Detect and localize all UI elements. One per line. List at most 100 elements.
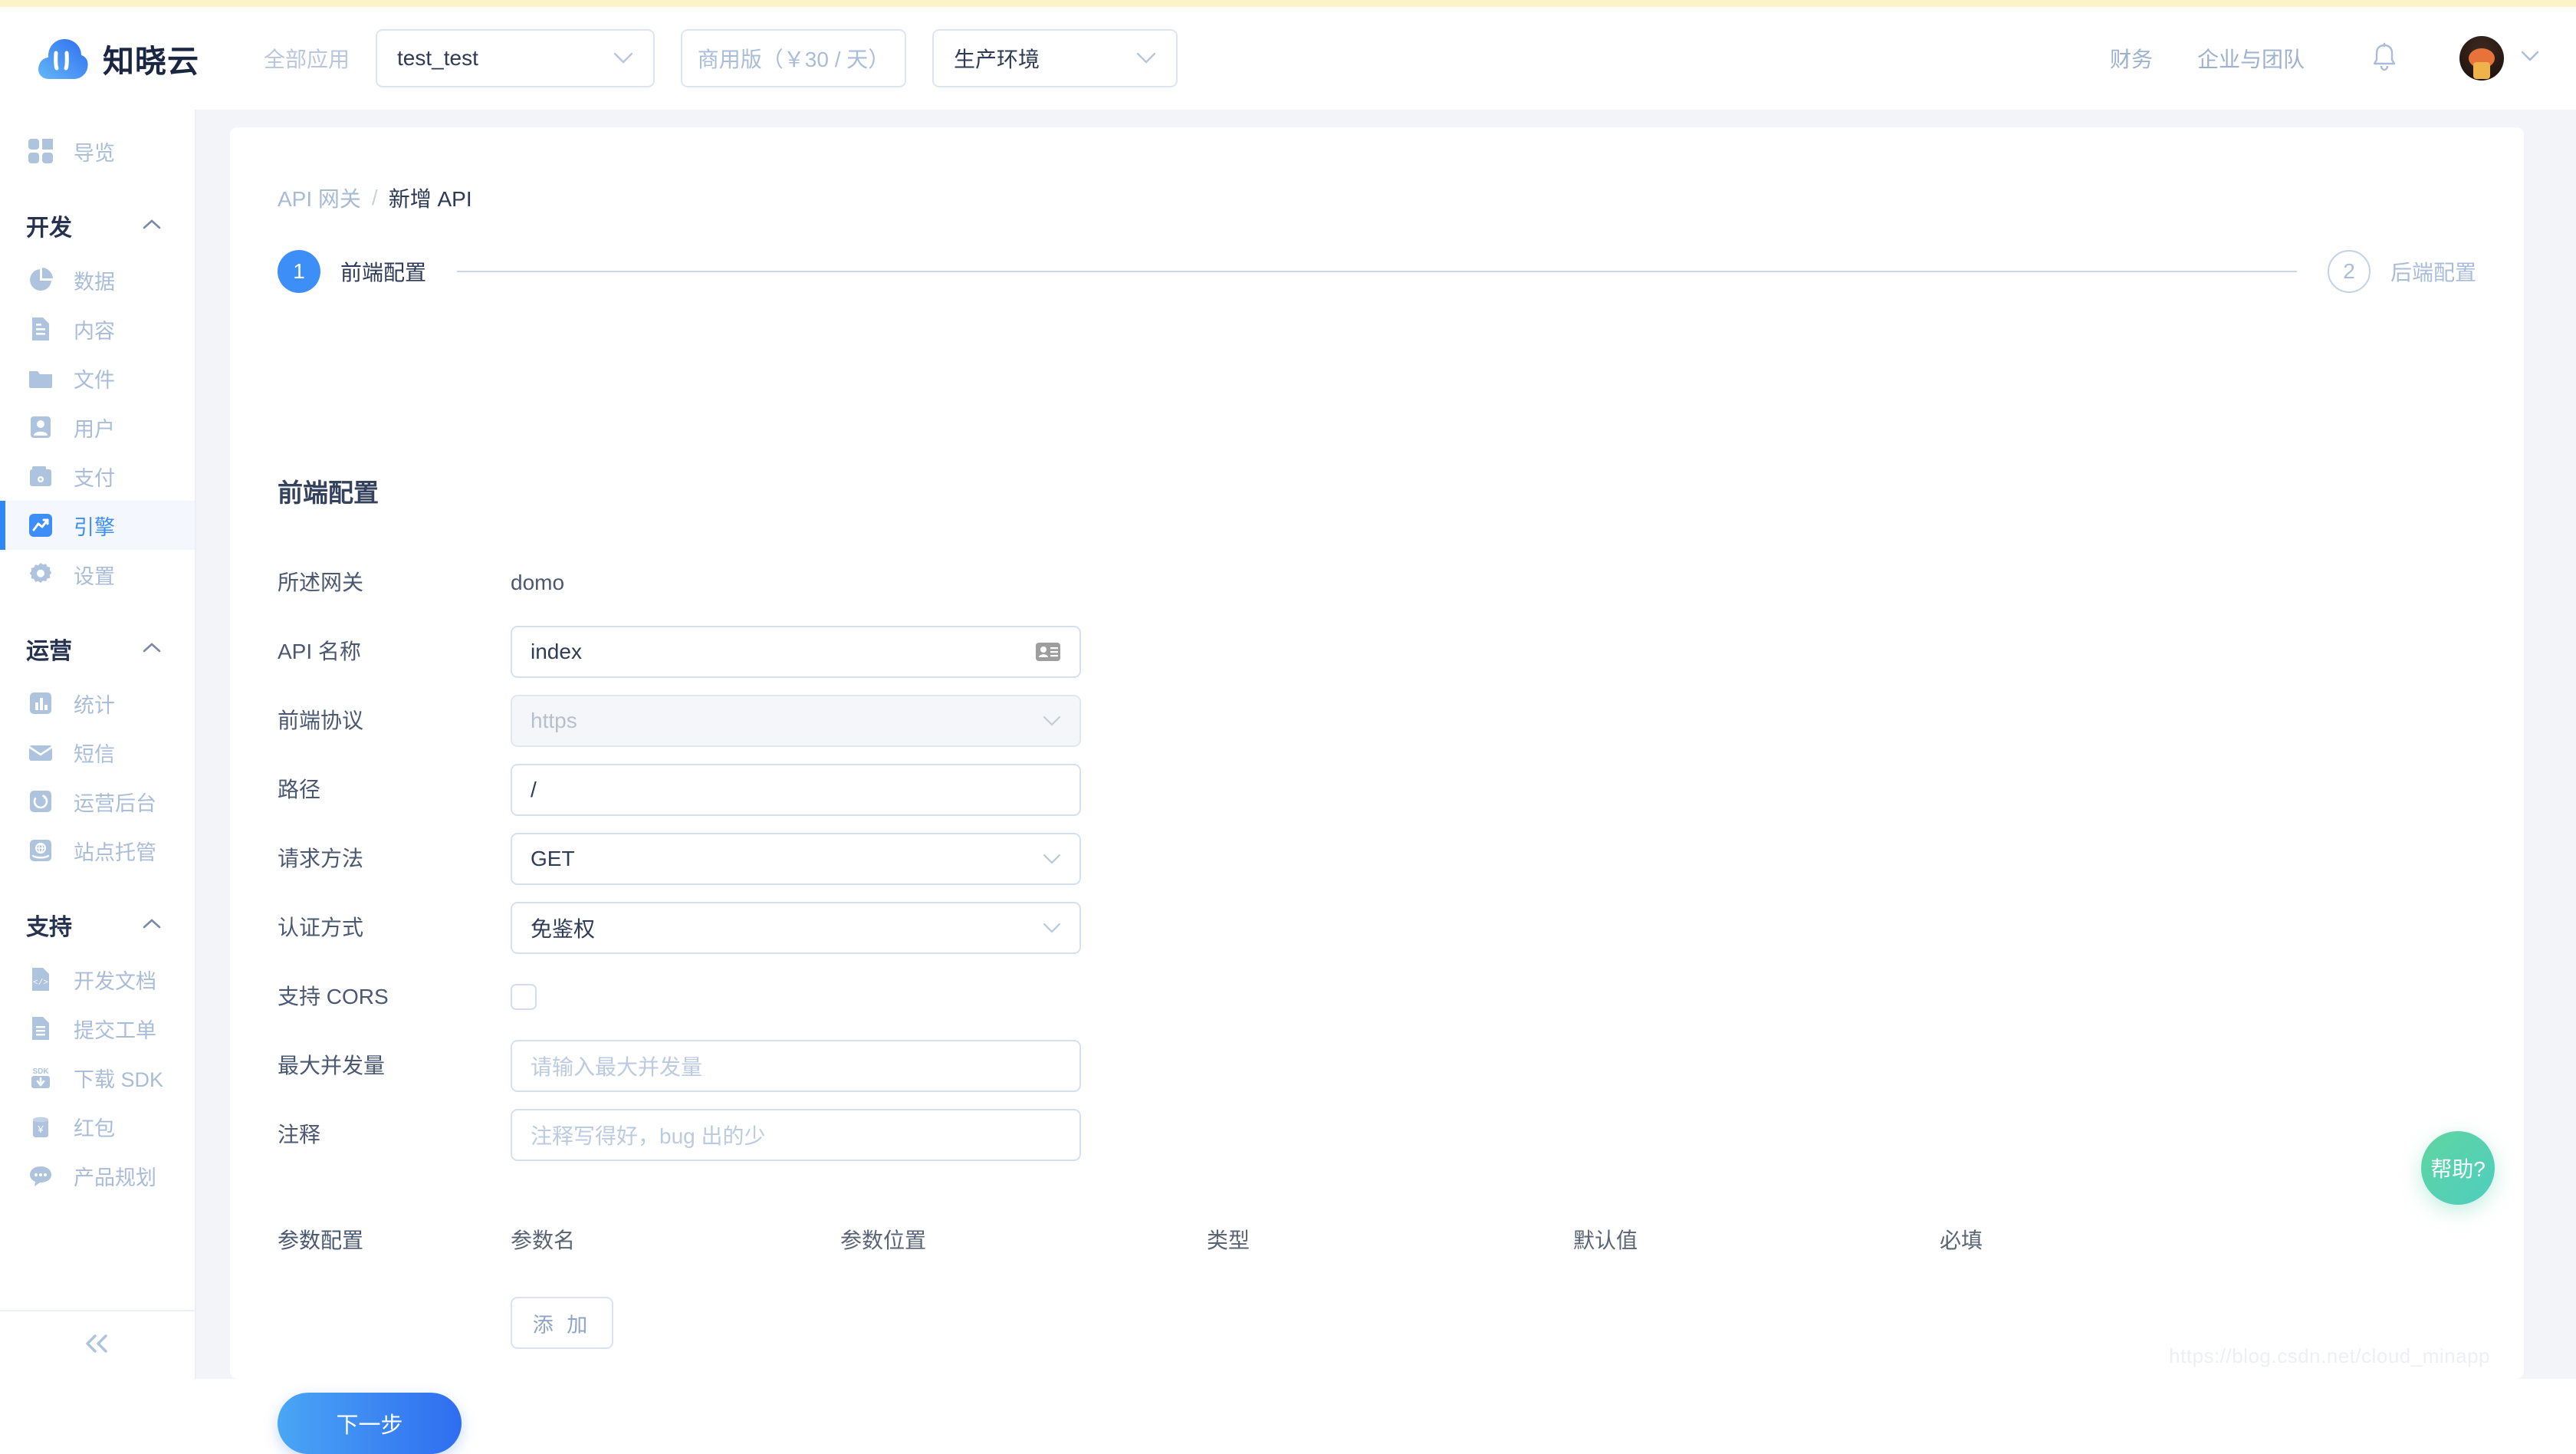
folder-icon bbox=[26, 364, 55, 393]
step-2-label: 后端配置 bbox=[2390, 261, 2476, 285]
chevron-down-icon bbox=[1043, 854, 1061, 865]
method-select[interactable]: GET bbox=[511, 833, 1081, 885]
avatar[interactable] bbox=[2459, 36, 2539, 81]
header-link-finance[interactable]: 财务 bbox=[2110, 43, 2153, 74]
brand-name: 知晓云 bbox=[103, 44, 199, 79]
trend-up-icon bbox=[26, 511, 55, 540]
bell-icon[interactable] bbox=[2371, 41, 2398, 76]
sidebar-item-dev-docs[interactable]: </> 开发文档 bbox=[0, 955, 195, 1004]
sidebar-group-dev[interactable]: 开发 bbox=[0, 196, 195, 255]
sidebar-group-title: 支持 bbox=[26, 915, 72, 940]
sidebar-item-submit-ticket[interactable]: 提交工单 bbox=[0, 1004, 195, 1053]
sidebar-item-label: 数据 bbox=[74, 270, 115, 294]
api-name-control: index bbox=[511, 626, 1081, 678]
step-2[interactable]: 2 后端配置 bbox=[2327, 250, 2476, 293]
svg-text:¥: ¥ bbox=[37, 1123, 44, 1135]
chevron-up-icon bbox=[143, 219, 161, 233]
form-row-method: 请求方法 GET bbox=[278, 833, 2424, 885]
sidebar-item-label: 提交工单 bbox=[74, 1018, 156, 1042]
form-row-auth: 认证方式 免鉴权 bbox=[278, 902, 2424, 954]
chat-bubble-icon bbox=[26, 1161, 55, 1190]
environment-select[interactable]: 生产环境 bbox=[932, 29, 1178, 87]
max-concurrency-input[interactable]: 请输入最大并发量 bbox=[511, 1040, 1081, 1092]
form-row-api-name: API 名称 index bbox=[278, 626, 2424, 678]
sidebar-item-label: 开发文档 bbox=[74, 969, 156, 993]
header-right-group: 财务 企业与团队 bbox=[2065, 36, 2539, 81]
sidebar-item-product-roadmap[interactable]: 产品规划 bbox=[0, 1151, 195, 1200]
help-floating-button[interactable]: 帮助? bbox=[2421, 1131, 2495, 1205]
param-column-default: 默认值 bbox=[1573, 1229, 1638, 1252]
frontend-config-form: 所述网关 domo API 名称 index 前端协议 https 路径 / 请… bbox=[278, 557, 2424, 1178]
user-avatar-image bbox=[2459, 36, 2504, 81]
chevron-down-icon bbox=[1043, 715, 1061, 727]
bar-chart-icon bbox=[26, 689, 55, 718]
sidebar-item-ops-console[interactable]: 运营后台 bbox=[0, 777, 195, 826]
sidebar-group-support[interactable]: 支持 bbox=[0, 895, 195, 955]
grid-icon bbox=[26, 137, 55, 166]
app-select[interactable]: test_test bbox=[376, 29, 656, 87]
sidebar-item-statistics[interactable]: 统计 bbox=[0, 679, 195, 728]
sidebar-item-sms[interactable]: 短信 bbox=[0, 728, 195, 777]
api-name-input[interactable]: index bbox=[511, 626, 1081, 678]
sidebar-item-label: 用户 bbox=[74, 417, 115, 441]
sidebar-group-ops[interactable]: 运营 bbox=[0, 619, 195, 679]
sidebar-item-red-packet[interactable]: ¥ 红包 bbox=[0, 1102, 195, 1151]
param-column-position: 参数位置 bbox=[840, 1229, 927, 1252]
sidebar-item-download-sdk[interactable]: SDK 下载 SDK bbox=[0, 1053, 195, 1102]
environment-select-value: 生产环境 bbox=[954, 48, 1040, 71]
sidebar-item-payment[interactable]: 支付 bbox=[0, 452, 195, 501]
path-input[interactable]: / bbox=[511, 764, 1081, 816]
sidebar-item-label: 统计 bbox=[74, 693, 115, 717]
sidebar-item-content[interactable]: 内容 bbox=[0, 304, 195, 354]
form-row-max-concurrency: 最大并发量 请输入最大并发量 bbox=[278, 1040, 2424, 1092]
form-row-gateway: 所述网关 domo bbox=[278, 557, 2424, 609]
brand[interactable]: 知晓云 bbox=[37, 35, 199, 82]
next-step-button[interactable]: 下一步 bbox=[278, 1393, 462, 1454]
step-2-number: 2 bbox=[2327, 250, 2371, 293]
sidebar-item-engine[interactable]: 引擎 bbox=[0, 501, 195, 550]
sidebar-group-title: 开发 bbox=[26, 215, 72, 241]
header-link-enterprise-team[interactable]: 企业与团队 bbox=[2197, 43, 2305, 74]
param-column-name: 参数名 bbox=[511, 1229, 576, 1252]
all-apps-label[interactable]: 全部应用 bbox=[264, 43, 350, 74]
gateway-label: 所述网关 bbox=[278, 571, 364, 594]
step-1[interactable]: 1 前端配置 bbox=[278, 250, 426, 293]
cors-checkbox[interactable] bbox=[511, 984, 537, 1010]
sidebar-item-data[interactable]: 数据 bbox=[0, 255, 195, 304]
svg-text:</>: </> bbox=[33, 979, 48, 988]
app-header: 知晓云 全部应用 test_test 商用版（￥30 / 天） 生产环境 财务 … bbox=[0, 7, 2576, 110]
breadcrumb-separator: / bbox=[371, 186, 378, 209]
sidebar-item-overview[interactable]: 导览 bbox=[0, 127, 195, 176]
sidebar-item-site-hosting[interactable]: 站点托管 bbox=[0, 826, 195, 875]
sidebar-item-label: 支付 bbox=[74, 466, 115, 490]
plan-select[interactable]: 商用版（￥30 / 天） bbox=[681, 29, 907, 87]
user-icon bbox=[26, 413, 55, 442]
auth-select[interactable]: 免鉴权 bbox=[511, 902, 1081, 954]
sidebar: 导览 开发 数据 内容 文件 用户 支付 引擎 设置 运营 统计 短信 运营后台… bbox=[0, 110, 196, 1379]
sidebar-item-settings[interactable]: 设置 bbox=[0, 550, 195, 599]
page-title: 前端配置 bbox=[278, 479, 379, 507]
sidebar-item-label: 红包 bbox=[74, 1117, 115, 1140]
breadcrumb: API 网关 / 新增 API bbox=[278, 183, 472, 213]
breadcrumb-current: 新增 API bbox=[388, 187, 472, 211]
pie-chart-icon bbox=[26, 265, 55, 294]
plan-select-value: 商用版（￥30 / 天） bbox=[697, 48, 890, 71]
sidebar-item-user[interactable]: 用户 bbox=[0, 403, 195, 452]
auth-label: 认证方式 bbox=[278, 916, 364, 939]
add-param-button[interactable]: 添 加 bbox=[511, 1297, 613, 1349]
path-control: / bbox=[511, 764, 1081, 816]
sidebar-item-file[interactable]: 文件 bbox=[0, 354, 195, 403]
id-card-icon[interactable] bbox=[1035, 642, 1061, 662]
auth-value: 免鉴权 bbox=[531, 917, 596, 941]
gateway-value: domo bbox=[511, 571, 565, 594]
chevron-down-icon bbox=[1043, 923, 1061, 934]
gateway-value-wrap: domo bbox=[511, 557, 1081, 609]
breadcrumb-root[interactable]: API 网关 bbox=[278, 183, 361, 213]
sidebar-collapse-button[interactable] bbox=[0, 1310, 195, 1379]
comment-input[interactable]: 注释写得好，bug 出的少 bbox=[511, 1109, 1081, 1161]
max-concurrency-label: 最大并发量 bbox=[278, 1054, 386, 1077]
path-label: 路径 bbox=[278, 778, 321, 801]
wallet-icon bbox=[26, 462, 55, 491]
sidebar-item-label: 运营后台 bbox=[74, 791, 156, 815]
comment-placeholder: 注释写得好，bug 出的少 bbox=[531, 1124, 766, 1148]
